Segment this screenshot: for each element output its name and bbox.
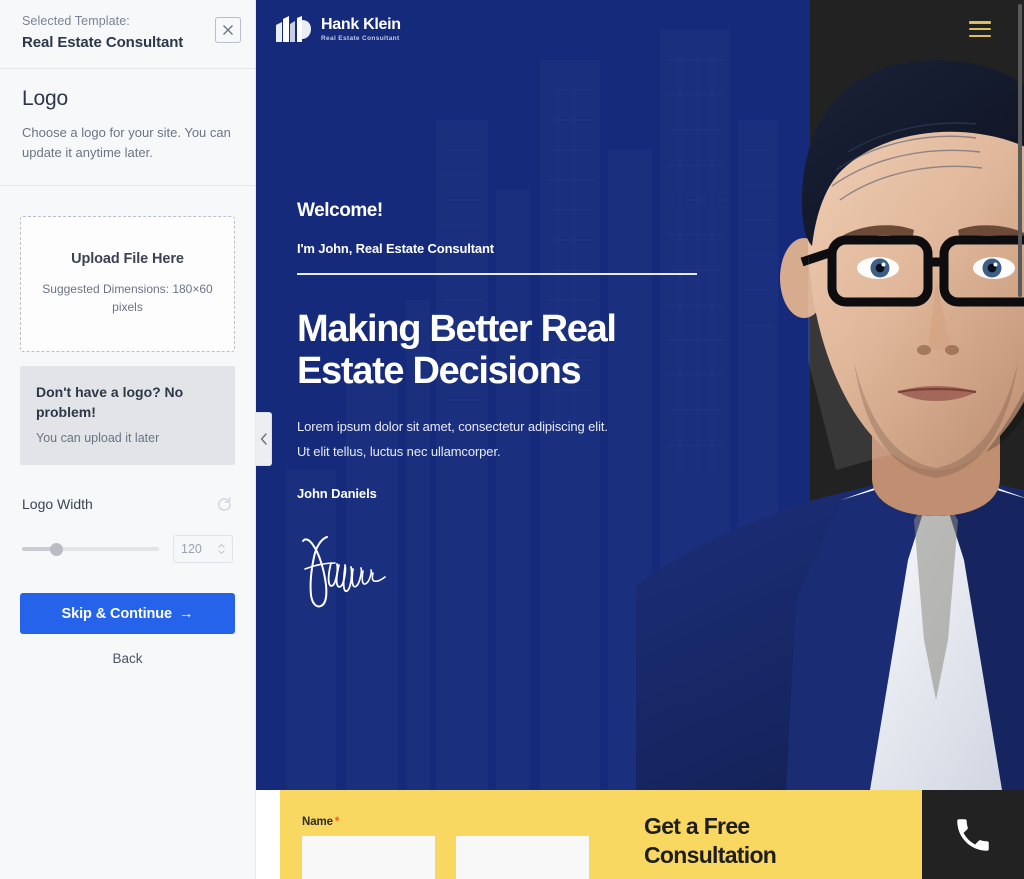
scrollbar-thumb[interactable]	[1018, 4, 1022, 297]
preview-scrollbar[interactable]	[1016, 0, 1024, 879]
page-title: Logo	[22, 86, 68, 110]
logo-width-stepper[interactable]: 120	[173, 535, 233, 564]
selected-template-label: Selected Template:	[22, 14, 130, 28]
chevron-up-icon	[218, 544, 225, 549]
no-logo-note-title: Don't have a logo? No problem!	[36, 383, 184, 421]
hamburger-bar	[969, 27, 991, 31]
form-field-second-label	[456, 816, 589, 831]
logo-panel-header: Logo Choose a logo for your site. You ca…	[0, 69, 255, 186]
logo-width-row: Logo Width	[20, 495, 235, 513]
form-input-second[interactable]	[456, 836, 589, 879]
logo-width-label: Logo Width	[22, 496, 93, 513]
required-asterisk: *	[334, 816, 340, 828]
site-brand-lockup[interactable]: Hank Klein Real Estate Consultant	[274, 16, 401, 44]
skip-and-continue-label: Skip & Continue	[61, 605, 173, 622]
chevron-down-icon	[218, 550, 225, 555]
logo-width-value: 120	[181, 542, 202, 557]
phone-icon	[957, 818, 989, 851]
hero-headline: Making Better Real Estate Decisions	[297, 307, 617, 393]
page-description: Choose a logo for your site. You can upd…	[22, 124, 231, 160]
builder-app: Selected Template: Real Estate Consultan…	[0, 0, 1024, 879]
hero-divider	[297, 273, 697, 275]
arrow-right-icon: →	[179, 605, 194, 622]
hero-paragraph-line-2: Ut elit tellus, luctus nec ullamcorper.	[297, 443, 501, 459]
form-input-name[interactable]	[302, 836, 435, 879]
no-logo-note-subtitle: You can upload it later	[36, 431, 160, 446]
hero-paragraph: Lorem ipsum dolor sit amet, consectetur …	[297, 414, 717, 465]
hamburger-bar	[969, 21, 991, 24]
close-template-button[interactable]	[215, 17, 241, 43]
logo-width-control: 120	[20, 535, 235, 564]
logo-width-slider[interactable]	[22, 541, 159, 557]
site-brand-text: Hank Klein Real Estate Consultant	[321, 17, 401, 43]
selected-template-text: Selected Template: Real Estate Consultan…	[22, 12, 183, 54]
hero-welcome: Welcome!	[297, 200, 383, 221]
site-brand-tagline: Real Estate Consultant	[321, 35, 400, 43]
stepper-arrows-icon[interactable]	[218, 544, 225, 555]
selected-template-bar: Selected Template: Real Estate Consultan…	[0, 0, 255, 69]
slider-thumb[interactable]	[50, 543, 64, 557]
hero-role: I'm John, Real Estate Consultant	[297, 241, 494, 256]
chevron-left-icon	[260, 433, 267, 445]
hero-author: John Daniels	[297, 486, 377, 502]
hero-paragraph-line-1: Lorem ipsum dolor sit amet, consectetur …	[297, 418, 608, 434]
form-field-name-label: Name *	[302, 816, 435, 831]
field-label-text: Name	[302, 816, 333, 828]
consultation-cta-band: Name * Get a Free Consultation	[256, 790, 1024, 879]
site-preview-pane: Welcome! I'm John, Real Estate Consultan…	[256, 0, 1024, 879]
hero-copy: Welcome! I'm John, Real Estate Consultan…	[297, 200, 717, 620]
back-link[interactable]: Back	[20, 651, 235, 666]
consultation-title-line-2: Consultation	[644, 842, 777, 869]
form-field-name: Name *	[302, 816, 435, 879]
consultation-title-line-1: Get a Free	[644, 813, 750, 839]
dropzone-title: Upload File Here	[71, 251, 184, 268]
form-field-second	[456, 816, 589, 879]
band-left-gutter	[256, 790, 280, 879]
hamburger-menu-icon[interactable]	[969, 21, 991, 37]
skip-and-continue-button[interactable]: Skip & Continue →	[20, 593, 235, 635]
site-brand-name: Hank Klein	[321, 16, 401, 34]
close-icon	[223, 25, 233, 35]
call-button[interactable]	[922, 790, 1024, 879]
hamburger-bar	[969, 34, 991, 37]
logo-panel-body: Upload File Here Suggested Dimensions: 1…	[0, 186, 255, 879]
builder-sidebar: Selected Template: Real Estate Consultan…	[0, 0, 256, 879]
no-logo-note: Don't have a logo? No problem! You can u…	[20, 365, 235, 466]
collapse-preview-handle[interactable]	[256, 412, 272, 466]
selected-template-name: Real Estate Consultant	[22, 33, 184, 51]
consultation-form: Name * Get a Free Consultation	[280, 790, 922, 879]
dropzone-hint: Suggested Dimensions: 180×60 pixels	[42, 282, 213, 315]
buildings-logo-icon	[276, 16, 311, 42]
reset-icon[interactable]	[215, 495, 233, 513]
logo-upload-dropzone[interactable]: Upload File Here Suggested Dimensions: 1…	[20, 215, 235, 352]
handwritten-signature-icon	[302, 536, 386, 608]
consultation-title: Get a Free Consultation	[644, 812, 777, 871]
form-fields: Name *	[280, 790, 589, 879]
